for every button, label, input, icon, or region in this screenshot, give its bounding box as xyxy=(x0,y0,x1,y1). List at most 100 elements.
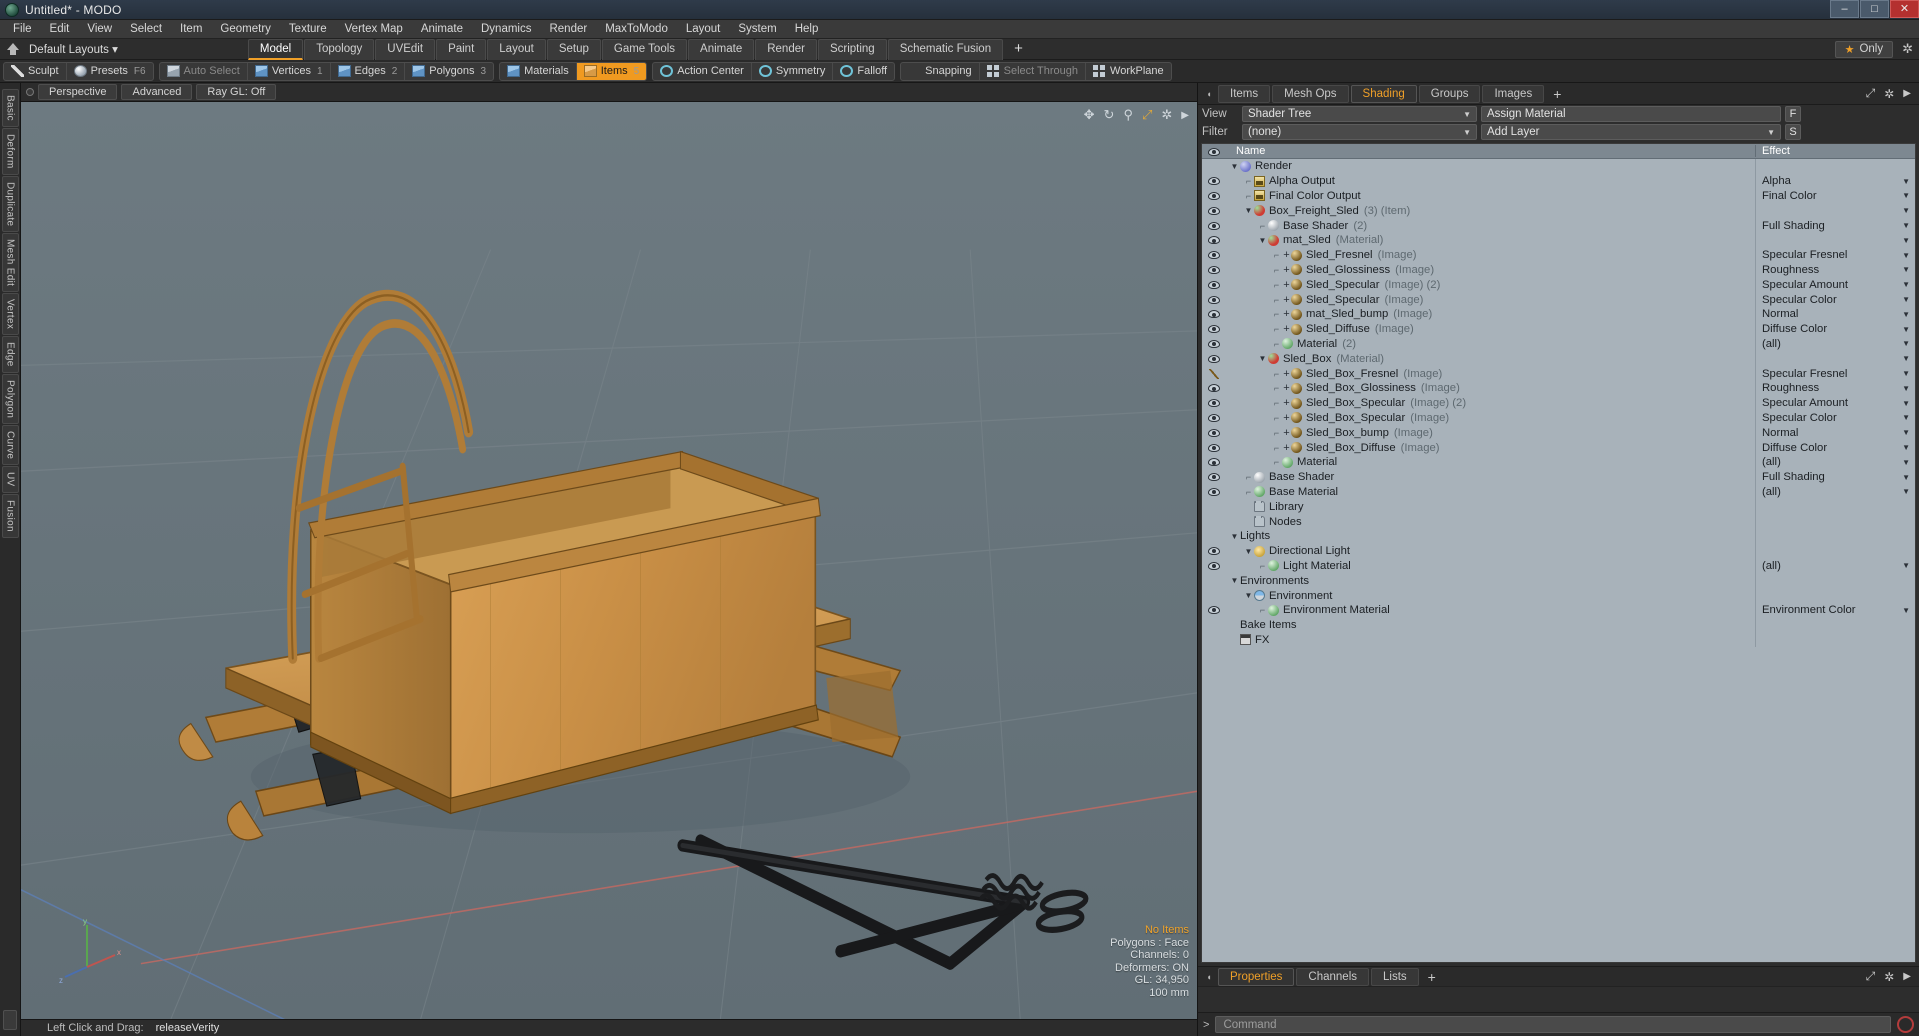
layout-tab-model[interactable]: Model xyxy=(247,38,304,60)
shader-tree-row[interactable]: ⌐ + Sled_Box_Specular (Image) Specular Color… xyxy=(1202,410,1915,426)
toolbar-button-symmetry[interactable]: Symmetry xyxy=(752,62,834,80)
rail-tab-uv[interactable]: UV xyxy=(1,466,19,493)
shader-tree-row[interactable]: ⌐ + Sled_Fresnel (Image) Specular Fresnel ▼ xyxy=(1202,247,1915,263)
tree-row-effect-cell[interactable]: (all) ▼ xyxy=(1755,336,1915,352)
shader-tree-row[interactable]: ⌐ + mat_Sled_bump (Image) Normal ▼ xyxy=(1202,306,1915,322)
gear-icon[interactable]: ✲ xyxy=(1902,41,1913,57)
shader-tree-row[interactable]: ▼ Environment xyxy=(1202,588,1915,603)
viewport-projection[interactable]: Perspective xyxy=(38,84,118,100)
menu-texture[interactable]: Texture xyxy=(280,20,336,39)
tree-row-effect-cell[interactable]: Roughness ▼ xyxy=(1755,262,1915,278)
only-toggle[interactable]: ★ Only xyxy=(1834,40,1894,58)
visibility-cell[interactable] xyxy=(1202,606,1225,615)
eye-icon[interactable] xyxy=(1207,384,1220,393)
rotate-icon[interactable]: ↻ xyxy=(1104,107,1115,123)
menu-vertex-map[interactable]: Vertex Map xyxy=(336,20,412,39)
twisty-open-icon[interactable]: ▼ xyxy=(1229,162,1240,171)
tree-row-effect-cell[interactable]: (all) ▼ xyxy=(1755,484,1915,500)
close-button[interactable]: ✕ xyxy=(1890,0,1919,18)
shader-tree-row[interactable]: ⌐ Base Shader Full Shading ▼ xyxy=(1202,469,1915,485)
shader-tree-row[interactable]: ⌐ + Sled_Specular (Image) (2) Specular Amoun… xyxy=(1202,277,1915,293)
expand-layer-icon[interactable]: + xyxy=(1282,308,1291,320)
menu-edit[interactable]: Edit xyxy=(41,20,79,39)
visibility-cell[interactable] xyxy=(1202,251,1225,260)
visibility-cell[interactable] xyxy=(1202,458,1225,467)
viewport-raygl-toggle[interactable]: Ray GL: Off xyxy=(196,84,277,100)
gear-icon[interactable]: ✲ xyxy=(1161,107,1172,123)
visibility-cell[interactable] xyxy=(1202,561,1225,570)
shader-tree-row[interactable]: ▼ Directional Light xyxy=(1202,543,1915,559)
tree-row-effect-cell[interactable]: (all) ▼ xyxy=(1755,558,1915,574)
visibility-cell[interactable] xyxy=(1202,487,1225,496)
toolbar-button-presets[interactable]: Presets F6 xyxy=(67,63,153,80)
twisty-open-icon[interactable]: ▼ xyxy=(1229,532,1240,541)
minimize-button[interactable]: – xyxy=(1830,0,1859,18)
chevron-down-icon[interactable]: ▼ xyxy=(1902,310,1910,319)
shader-tree-row[interactable]: ⌐ + Sled_Box_Glossiness (Image) Roughness ▼ xyxy=(1202,380,1915,396)
chevron-down-icon[interactable]: ▼ xyxy=(1902,354,1910,363)
layout-tab-game-tools[interactable]: Game Tools xyxy=(601,38,688,60)
chevron-down-icon[interactable]: ▼ xyxy=(1902,561,1910,570)
layout-tab-uvedit[interactable]: UVEdit xyxy=(375,38,436,60)
filter-dropdown[interactable]: (none) ▼ xyxy=(1242,124,1477,140)
visibility-cell[interactable] xyxy=(1202,399,1225,408)
add-layout-tab[interactable]: + xyxy=(1004,39,1033,60)
toolbar-button-auto-select[interactable]: Auto Select xyxy=(160,62,248,80)
eye-icon[interactable] xyxy=(1207,265,1220,274)
twisty-open-icon[interactable]: ▼ xyxy=(1243,547,1254,556)
visibility-cell[interactable] xyxy=(1202,280,1225,289)
twisty-open-icon[interactable]: ▼ xyxy=(1243,591,1254,600)
view-dropdown[interactable]: Shader Tree ▼ xyxy=(1242,106,1477,122)
chevron-down-icon[interactable]: ▼ xyxy=(1902,221,1910,230)
shader-tree-row[interactable]: ▼ Lights xyxy=(1202,528,1915,544)
expand-layer-icon[interactable]: + xyxy=(1282,294,1291,306)
chevron-down-icon[interactable]: ▼ xyxy=(1902,399,1910,408)
toolbar-button-select-through[interactable]: Select Through xyxy=(980,62,1087,80)
eye-icon[interactable] xyxy=(1207,428,1220,437)
eye-icon[interactable] xyxy=(1207,280,1220,289)
chevron-down-icon[interactable]: ▼ xyxy=(1902,206,1910,215)
visibility-cell[interactable] xyxy=(1202,221,1225,230)
shader-tree-row[interactable]: ⌐ + Sled_Box_Diffuse (Image) Diffuse Color ▼ xyxy=(1202,440,1915,455)
menu-select[interactable]: Select xyxy=(121,20,171,39)
visibility-cell[interactable] xyxy=(1202,191,1225,200)
toolbar-button-snapping[interactable]: Snapping xyxy=(901,62,980,80)
eye-icon[interactable] xyxy=(1207,443,1220,452)
shader-tree-row[interactable]: ⌐ Environment Material Environment Color ▼ xyxy=(1202,602,1915,618)
menu-render[interactable]: Render xyxy=(540,20,596,39)
eye-icon[interactable] xyxy=(1207,399,1220,408)
layout-tab-render[interactable]: Render xyxy=(755,38,817,60)
tree-row-effect-cell[interactable]: Normal ▼ xyxy=(1755,306,1915,322)
rail-tab-basic[interactable]: Basic xyxy=(1,89,19,127)
visibility-cell[interactable] xyxy=(1202,325,1225,334)
expand-layer-icon[interactable]: + xyxy=(1282,249,1291,261)
3d-viewport[interactable]: ✥ ↻ ⚲ ⤢ ✲ ▶ No Items Polygons : Face Cha… xyxy=(21,102,1197,1019)
chevron-down-icon[interactable]: ▼ xyxy=(1902,384,1910,393)
tree-row-effect-cell[interactable]: Diffuse Color ▼ xyxy=(1755,440,1915,455)
shader-tree-row[interactable]: ·Bake Items xyxy=(1202,617,1915,633)
maximize-button[interactable]: □ xyxy=(1860,0,1889,18)
add-bottom-tab[interactable]: + xyxy=(1421,969,1443,985)
eye-icon[interactable] xyxy=(1207,547,1220,556)
layout-tab-topology[interactable]: Topology xyxy=(304,38,375,60)
rail-tab-deform[interactable]: Deform xyxy=(1,127,19,175)
tree-row-effect-cell[interactable]: (all) ▼ xyxy=(1755,454,1915,470)
layout-tab-animate[interactable]: Animate xyxy=(688,38,755,60)
menu-layout[interactable]: Layout xyxy=(677,20,730,39)
chevron-down-icon[interactable]: ▼ xyxy=(1902,458,1910,467)
tree-row-effect-cell[interactable]: Normal ▼ xyxy=(1755,425,1915,441)
shader-tree-row[interactable]: ⌐ + Sled_Diffuse (Image) Diffuse Color ▼ xyxy=(1202,321,1915,337)
shader-tree-row[interactable]: · Nodes xyxy=(1202,514,1915,529)
chevron-down-icon[interactable]: ▼ xyxy=(1902,325,1910,334)
visibility-cell[interactable] xyxy=(1202,443,1225,452)
shader-tree-row[interactable]: ⌐ Base Material (all) ▼ xyxy=(1202,484,1915,500)
layout-tab-schematic-fusion[interactable]: Schematic Fusion xyxy=(887,38,1004,60)
visibility-cell[interactable] xyxy=(1202,206,1225,215)
eye-icon[interactable] xyxy=(1207,236,1220,245)
chevron-down-icon[interactable]: ▼ xyxy=(1902,251,1910,260)
chevron-down-icon[interactable]: ▼ xyxy=(1902,236,1910,245)
shader-tree-row[interactable]: · Library xyxy=(1202,499,1915,515)
eye-icon[interactable] xyxy=(1207,458,1220,467)
expand-layer-icon[interactable]: + xyxy=(1282,368,1291,380)
fit-icon[interactable]: ⤢ xyxy=(1142,107,1152,123)
